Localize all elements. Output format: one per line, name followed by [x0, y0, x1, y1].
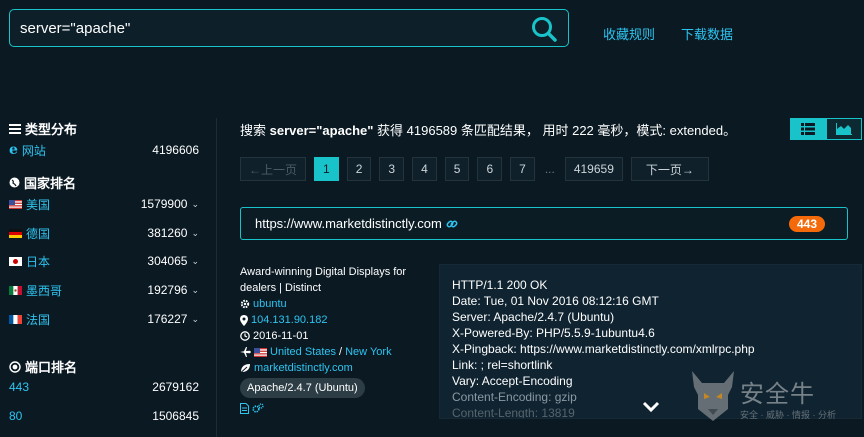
domain-link[interactable]: marketdistinctly.com: [254, 362, 353, 374]
area-chart-icon: [836, 123, 852, 135]
server-badge[interactable]: Apache/2.4.7 (Ubuntu): [240, 378, 365, 398]
list-view-button[interactable]: [790, 118, 826, 140]
os-row: ubuntu: [240, 296, 430, 312]
us-flag-icon: [254, 347, 267, 357]
page-button-5[interactable]: 5: [444, 157, 470, 181]
ie-icon: e: [9, 142, 18, 158]
fr-flag-icon: [9, 314, 22, 324]
chart-view-button[interactable]: [826, 118, 862, 140]
location-separator: /: [339, 346, 343, 358]
date-row: 2016-11-01: [240, 328, 430, 344]
country-item-jp[interactable]: 日本 304065 ⌄: [9, 253, 199, 269]
next-page-button[interactable]: 下一页→: [630, 157, 709, 181]
result-header: https://www.marketdistinctly.com 443: [240, 207, 848, 240]
page-button-2[interactable]: 2: [346, 157, 372, 181]
country-item-de[interactable]: 德国 381260 ⌄: [9, 225, 199, 241]
clock-icon: [240, 331, 250, 341]
page-button-7[interactable]: 7: [510, 157, 535, 181]
header-line: X-Powered-By: PHP/5.5.9-1ubuntu4.6: [452, 326, 655, 340]
pagination: ←上一页 1 2 3 4 5 6 7 ... 419659 下一页→: [240, 157, 709, 181]
target-icon: [9, 360, 21, 373]
pagination-ellipsis: ...: [544, 162, 555, 176]
type-distribution-title: 类型分布: [9, 119, 77, 138]
airplane-icon: [240, 347, 251, 357]
watermark: 安全牛 安全 · 威胁 · 情报 · 分析: [688, 360, 864, 437]
bull-logo-icon: [692, 371, 734, 421]
country-item-us[interactable]: 美国 1579900 ⌄: [9, 196, 199, 212]
last-page-button[interactable]: 419659: [564, 157, 623, 181]
ip-row: 104.131.90.182: [240, 312, 430, 328]
ip-link[interactable]: 104.131.90.182: [251, 314, 327, 326]
chevron-down-icon[interactable]: ⌄: [191, 256, 199, 267]
page-button-4[interactable]: 4: [412, 157, 437, 181]
download-data-link[interactable]: 下载数据: [681, 24, 733, 43]
mx-flag-icon: [9, 285, 22, 295]
file-icon[interactable]: [240, 403, 249, 414]
city-link[interactable]: New York: [345, 346, 391, 358]
map-marker-icon: [240, 314, 248, 326]
chevron-down-icon[interactable]: ⌄: [191, 199, 199, 210]
list-icon: [9, 123, 21, 134]
search-icon[interactable]: [530, 15, 558, 43]
page-button-1[interactable]: 1: [314, 157, 339, 181]
page-button-3[interactable]: 3: [379, 157, 405, 181]
country-rank-title: 国家排名: [9, 173, 76, 192]
leaf-icon: [240, 364, 250, 373]
search-box[interactable]: [9, 9, 569, 47]
header-line: Link: ; rel=shortlink: [452, 358, 553, 372]
port-rank-title: 端口排名: [9, 357, 77, 376]
de-flag-icon: [9, 228, 22, 238]
header-line: Vary: Accept-Encoding: [452, 374, 573, 388]
port-badge[interactable]: 443: [788, 216, 825, 232]
chevron-down-icon[interactable]: ⌄: [191, 228, 199, 239]
header-line: X-Pingback: https://www.marketdistinctly…: [452, 342, 755, 356]
result-actions: [240, 403, 430, 414]
jp-flag-icon: [9, 256, 22, 266]
header-line: Date: Tue, 01 Nov 2016 08:12:16 GMT: [452, 294, 659, 308]
cogs-icon[interactable]: [252, 403, 264, 414]
watermark-text: 安全牛: [740, 381, 815, 408]
us-flag-icon: [9, 199, 22, 209]
result-url-link[interactable]: https://www.marketdistinctly.com: [255, 216, 442, 231]
list-view-icon: [801, 123, 815, 135]
country-item-fr[interactable]: 法国 176227 ⌄: [9, 311, 199, 327]
type-item-website[interactable]: e 网站 4196606: [9, 142, 199, 158]
result-title: Award-winning Digital Displays for deale…: [240, 266, 407, 294]
favorite-rules-link[interactable]: 收藏规则: [603, 24, 655, 43]
view-toggle: [790, 118, 862, 140]
chevron-down-icon[interactable]: ⌄: [191, 314, 199, 325]
header-line: Content-Length: 13819: [452, 406, 575, 419]
header-line: Content-Encoding: gzip: [452, 390, 577, 404]
port-item-443[interactable]: 443 2679162: [9, 379, 199, 395]
chevron-down-icon[interactable]: [642, 401, 660, 413]
header-line: Server: Apache/2.4.7 (Ubuntu): [452, 310, 615, 324]
location-row: United States / New York: [240, 344, 430, 360]
chevron-down-icon[interactable]: ⌄: [191, 285, 199, 296]
prev-page-button[interactable]: ←上一页: [240, 157, 306, 181]
gear-icon: [240, 299, 250, 309]
result-info: Award-winning Digital Displays for deale…: [240, 264, 430, 414]
page-button-6[interactable]: 6: [477, 157, 503, 181]
sidebar-divider: [216, 118, 217, 437]
link-icon[interactable]: [446, 218, 458, 230]
country-link[interactable]: United States: [270, 346, 336, 358]
os-link[interactable]: ubuntu: [253, 298, 287, 310]
date-text: 2016-11-01: [253, 330, 309, 342]
watermark-subtitle: 安全 · 威胁 · 情报 · 分析: [740, 410, 836, 420]
header-line: HTTP/1.1 200 OK: [452, 278, 548, 292]
port-item-80[interactable]: 80 1506845: [9, 408, 199, 424]
globe-icon: [9, 177, 20, 188]
search-summary: 搜索 server="apache" 获得 4196589 条匹配结果， 用时 …: [240, 123, 737, 138]
domain-row: marketdistinctly.com: [240, 360, 430, 376]
country-item-mx[interactable]: 墨西哥 192796 ⌄: [9, 282, 199, 298]
search-input[interactable]: [20, 10, 520, 46]
